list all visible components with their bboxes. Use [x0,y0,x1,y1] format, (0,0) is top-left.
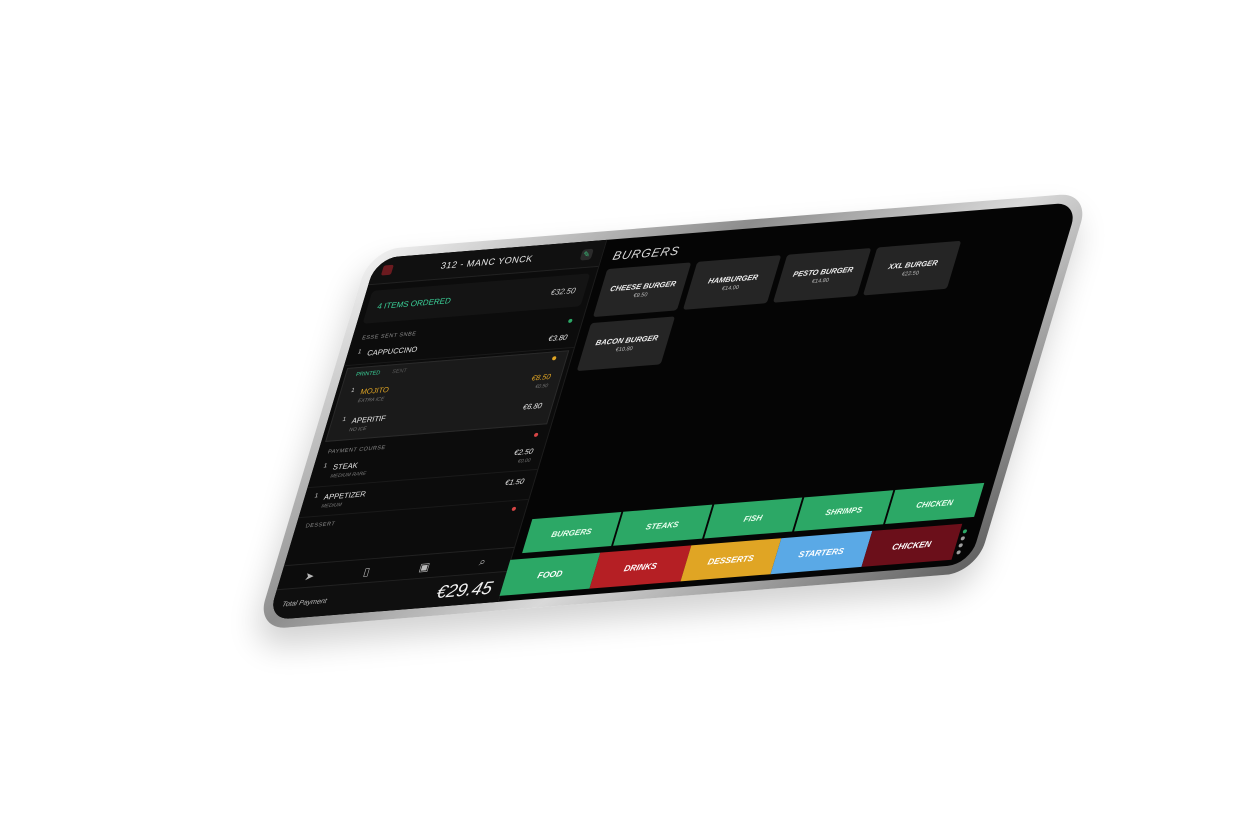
table-title: 312 - MANC YONCK [439,253,535,271]
item-note-price: €0.50 [534,383,549,391]
pager-dot [962,528,968,533]
receipt-icon[interactable]: ▯ [362,565,372,578]
product-tile[interactable]: XXL BURGER €22.50 [862,240,962,296]
subcategory-shrimps[interactable]: SHRIMPS [794,490,894,532]
send-icon[interactable]: ➤ [303,569,316,583]
product-price: €10.80 [614,345,634,353]
pager-dot [958,542,964,547]
category-chicken[interactable]: CHICKEN [861,523,963,567]
tablet-device: 312 - MANC YONCK ✎ 4 ITEMS ORDERED €32.5… [256,192,1090,630]
subcategory-steaks[interactable]: STEAKS [612,504,712,546]
item-price-block: €8.50 €0.50 [528,372,552,391]
course-label-text: DESSERT [304,521,336,530]
subcategory-burgers[interactable]: BURGERS [522,511,622,554]
category-food[interactable]: FOOD [499,552,601,596]
pager-dot [956,549,962,554]
item-price: €1.50 [504,476,526,488]
item-price-block: €3.80 [547,333,568,344]
product-name: PESTO BURGER [792,264,855,279]
status-dot [533,432,539,437]
item-price: €3.80 [547,332,569,344]
tab-sent[interactable]: SENT [391,368,407,375]
product-tile[interactable]: HAMBURGER €14.00 [682,255,782,310]
item-price: €6.80 [521,401,544,412]
subcategory-fish[interactable]: FISH [703,497,803,539]
item-note-price: €0.00 [516,457,532,465]
cash-icon[interactable]: ▣ [417,560,431,574]
status-dot [567,318,573,323]
product-name: BACON BURGER [594,332,660,347]
section-title: BURGERS [611,243,682,263]
product-name: HAMBURGER [707,272,760,286]
item-price: €8.50 [530,372,552,383]
subcategory-chicken[interactable]: CHICKEN [885,482,985,525]
pos-screen: 312 - MANC YONCK ✎ 4 ITEMS ORDERED €32.5… [267,202,1079,621]
edit-icon[interactable]: ✎ [579,248,595,261]
category-desserts[interactable]: DESSERTS [680,538,782,582]
status-dot [551,356,557,361]
tab-printed[interactable]: PRINTED [355,370,381,378]
product-tile[interactable]: BACON BURGER €10.80 [576,316,676,372]
product-tile[interactable]: CHEESE BURGER €9.50 [592,262,692,318]
item-price: €2.50 [513,446,535,458]
total-value: €29.45 [434,577,496,602]
item-price-block: €2.50 €0.00 [511,446,535,466]
total-label: Total Payment [281,597,328,608]
table-color-icon[interactable] [380,264,394,276]
order-summary-price: €32.50 [549,286,577,298]
item-price-block: €1.50 [504,477,525,488]
product-name: XXL BURGER [887,257,940,271]
status-dot [511,506,517,511]
item-price-block: €6.80 [522,401,543,412]
order-summary-label: 4 ITEMS ORDERED [376,296,453,311]
product-price: €22.50 [901,269,920,278]
product-name: CHEESE BURGER [609,278,678,293]
product-price: €14.80 [811,277,830,285]
product-price: €9.50 [632,291,649,299]
product-tile[interactable]: PESTO BURGER €14.80 [772,247,872,303]
search-icon[interactable]: ⌕ [477,555,488,568]
product-price: €14.00 [721,284,740,292]
scene: 312 - MANC YONCK ✎ 4 ITEMS ORDERED €32.5… [0,0,1248,832]
category-drinks[interactable]: DRINKS [589,545,692,589]
category-starters[interactable]: STARTERS [770,530,872,575]
pager-dot [960,535,966,540]
